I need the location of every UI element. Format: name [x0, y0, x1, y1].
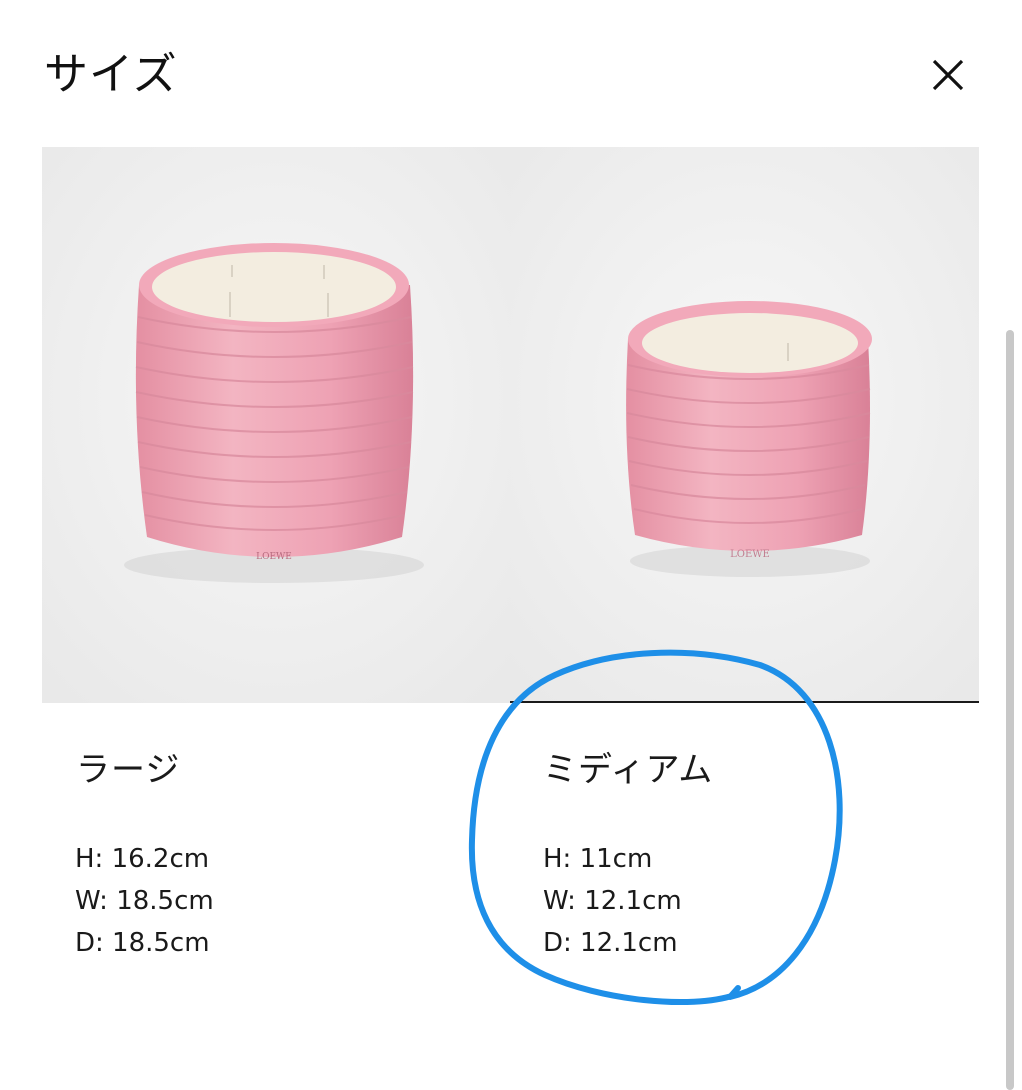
width-value: W: 18.5cm	[75, 886, 214, 916]
candle-large-image: LOEWE	[42, 147, 510, 703]
selected-indicator	[510, 701, 979, 703]
product-name-medium: ミディアム	[543, 750, 714, 790]
depth-value: D: 12.1cm	[543, 928, 678, 958]
product-image-large[interactable]: LOEWE	[42, 147, 510, 703]
dimensions-medium: H: 11cm W: 12.1cm D: 12.1cm	[543, 838, 682, 964]
product-image-medium[interactable]: LOEWE	[510, 147, 979, 703]
depth-value: D: 18.5cm	[75, 928, 210, 958]
brand-mark-medium: LOEWE	[730, 549, 770, 560]
scrollbar[interactable]	[1006, 330, 1014, 1090]
brand-mark-large: LOEWE	[256, 552, 292, 562]
close-icon[interactable]	[928, 55, 968, 95]
height-value: H: 11cm	[543, 844, 653, 874]
product-name-large: ラージ	[76, 750, 181, 790]
dimensions-large: H: 16.2cm W: 18.5cm D: 18.5cm	[75, 838, 214, 964]
page-title: サイズ	[44, 49, 178, 100]
width-value: W: 12.1cm	[543, 886, 682, 916]
candle-medium-image: LOEWE	[510, 147, 979, 703]
height-value: H: 16.2cm	[75, 844, 210, 874]
